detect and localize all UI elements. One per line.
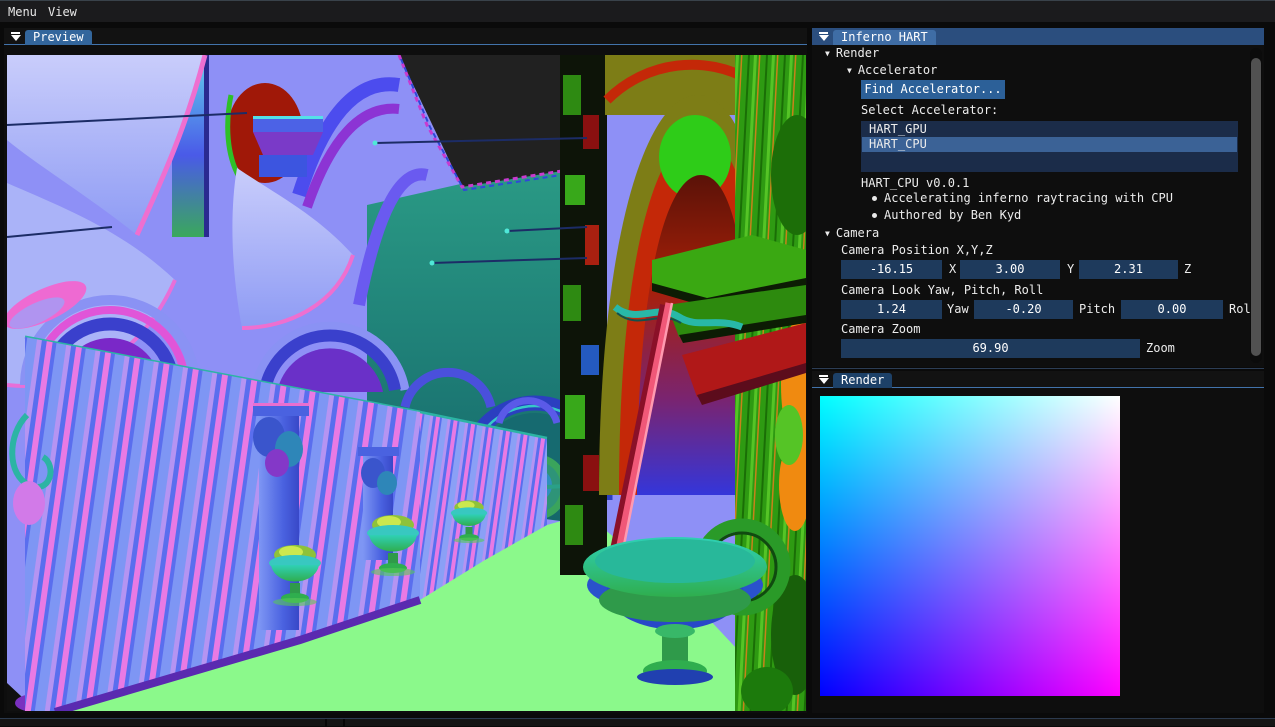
tree-arrow-icon: ▼ [825,229,830,238]
camera-pos-x-label: X [949,260,956,279]
bullet-icon [872,196,877,201]
accelerator-info-bullet: Authored by Ben Kyd [884,208,1021,223]
camera-yaw-field[interactable]: 1.24 [841,300,942,319]
camera-yaw-label: Yaw [947,300,969,319]
preview-tab-bar: Preview [4,28,807,45]
tab-preview[interactable]: Preview [25,30,92,45]
preview-window: Preview [4,28,807,713]
inferno-hart-window: Inferno HART ▼Render ▼Accelerator Find A… [812,28,1264,367]
camera-pos-z-field[interactable]: 2.31 [1079,260,1178,279]
camera-pos-z-label: Z [1184,260,1191,279]
tree-node-camera[interactable]: ▼Camera [825,226,879,241]
render-window: Render [812,371,1264,713]
camera-pos-y-label: Y [1067,260,1074,279]
tree-arrow-icon: ▼ [847,66,852,75]
collapse-arrow-icon[interactable] [9,31,22,43]
camera-zoom-field-label: Zoom [1146,339,1175,358]
camera-pitch-label: Pitch [1079,300,1115,319]
accelerator-option-hart-gpu[interactable]: HART_GPU [862,122,1237,137]
accelerator-option-hart-cpu[interactable]: HART_CPU [862,137,1237,152]
render-output-gradient [820,396,1120,696]
bottom-strip [0,718,1275,726]
camera-position-label: Camera Position X,Y,Z [841,243,993,258]
find-accelerator-button[interactable]: Find Accelerator... [861,80,1005,99]
inferno-content: ▼Render ▼Accelerator Find Accelerator...… [812,45,1250,367]
preview-render [7,55,806,711]
collapse-arrow-icon[interactable] [817,31,830,43]
camera-look-label: Camera Look Yaw, Pitch, Roll [841,283,1043,298]
tree-node-accelerator[interactable]: ▼Accelerator [847,63,937,78]
collapse-arrow-icon[interactable] [817,374,830,386]
camera-pitch-field[interactable]: -0.20 [974,300,1073,319]
camera-roll-field[interactable]: 0.00 [1121,300,1223,319]
scrollbar[interactable] [1250,48,1262,363]
accelerator-info-bullet: Accelerating inferno raytracing with CPU [884,191,1173,206]
scrollbar-thumb[interactable] [1251,58,1261,356]
camera-pos-y-field[interactable]: 3.00 [960,260,1060,279]
render-tab-bar: Render [812,371,1264,388]
window-separator[interactable] [812,368,1264,369]
camera-zoom-field[interactable]: 69.90 [841,339,1140,358]
tab-render[interactable]: Render [833,373,892,388]
select-accelerator-label: Select Accelerator: [861,103,998,118]
camera-pos-x-field[interactable]: -16.15 [841,260,942,279]
menu-item-menu[interactable]: Menu [4,1,41,23]
inferno-tab-bar: Inferno HART [812,28,1264,45]
accelerator-info-title: HART_CPU v0.0.1 [861,176,969,191]
menu-item-view[interactable]: View [44,1,81,23]
tree-node-render[interactable]: ▼Render [825,46,879,61]
menu-bar: Menu View [0,0,1275,22]
bullet-icon [872,213,877,218]
tab-inferno-hart[interactable]: Inferno HART [833,30,936,45]
tree-arrow-icon: ▼ [825,49,830,58]
camera-roll-label: Roll [1229,300,1250,319]
camera-zoom-label: Camera Zoom [841,322,920,337]
accelerator-listbox: HART_GPU HART_CPU [861,121,1238,172]
